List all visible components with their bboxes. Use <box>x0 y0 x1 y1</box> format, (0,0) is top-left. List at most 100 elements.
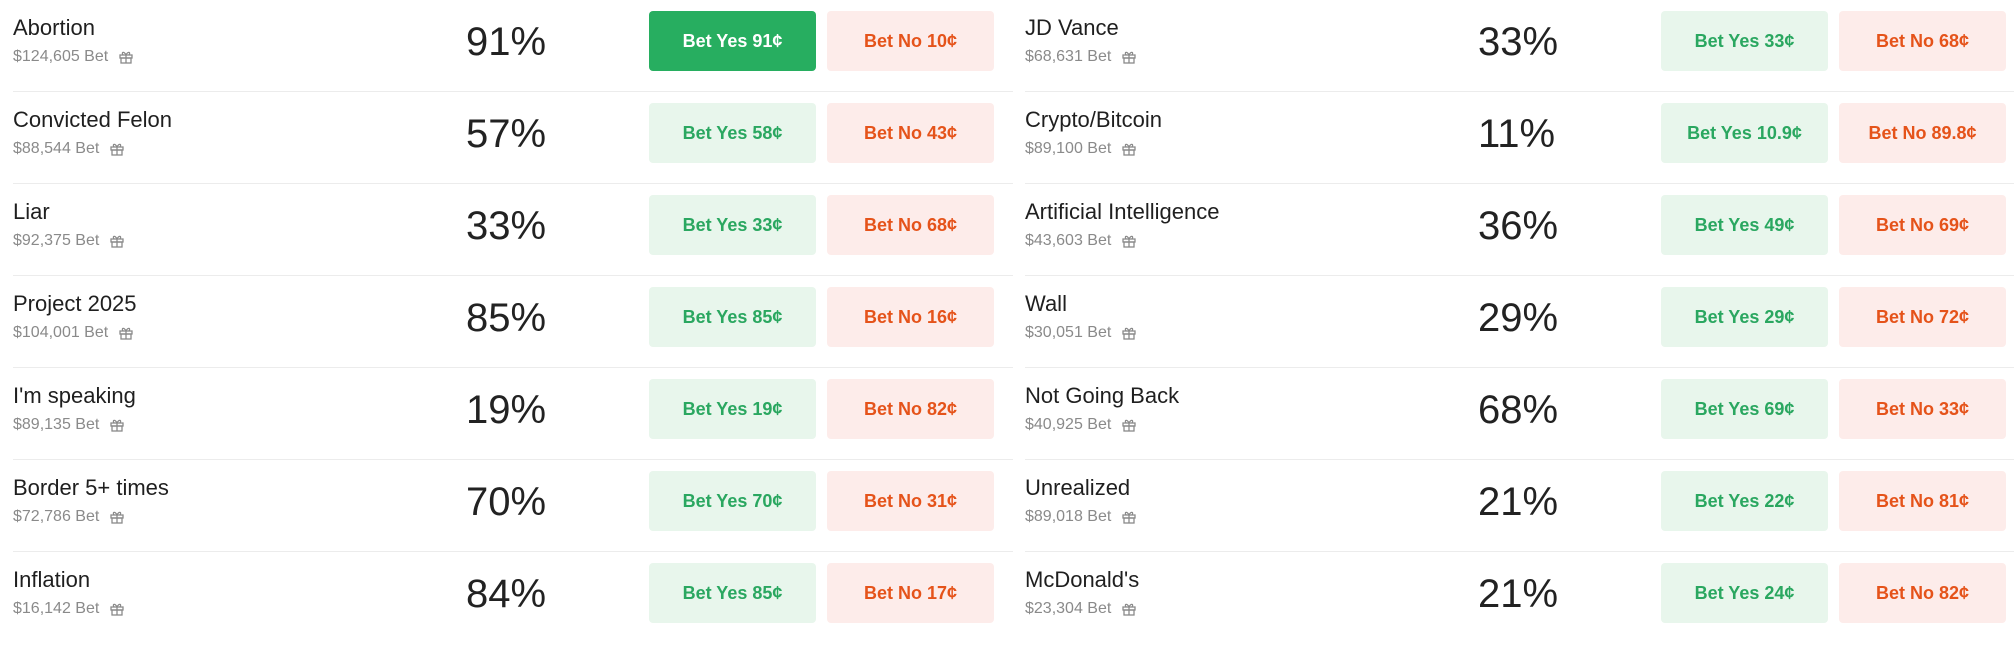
gift-icon[interactable] <box>109 141 125 157</box>
bet-yes-button[interactable]: Bet Yes 24¢ <box>1661 563 1828 623</box>
bet-yes-button[interactable]: Bet Yes 69¢ <box>1661 379 1828 439</box>
bet-no-button[interactable]: Bet No 82¢ <box>1839 563 2006 623</box>
market-volume: $23,304 Bet <box>1025 600 1112 617</box>
market-meta: $89,135 Bet <box>13 416 125 434</box>
market-probability: 57% <box>466 112 547 156</box>
market-row: Unrealized $89,018 Bet 21% Bet Yes 22¢ B… <box>1025 460 2014 552</box>
bet-no-button[interactable]: Bet No 82¢ <box>827 379 994 439</box>
market-probability: 21% <box>1478 572 1559 616</box>
bet-yes-button[interactable]: Bet Yes 10.9¢ <box>1661 103 1828 163</box>
market-probability: 91% <box>466 20 547 64</box>
bet-no-button[interactable]: Bet No 89.8¢ <box>1839 103 2006 163</box>
bet-yes-button[interactable]: Bet Yes 70¢ <box>649 471 816 531</box>
bet-yes-button[interactable]: Bet Yes 33¢ <box>649 195 816 255</box>
bet-no-button[interactable]: Bet No 68¢ <box>1839 11 2006 71</box>
bet-yes-button[interactable]: Bet Yes 19¢ <box>649 379 816 439</box>
market-name[interactable]: Border 5+ times <box>13 475 169 501</box>
bet-no-button[interactable]: Bet No 33¢ <box>1839 379 2006 439</box>
bet-yes-button[interactable]: Bet Yes 22¢ <box>1661 471 1828 531</box>
gift-icon[interactable] <box>1121 49 1137 65</box>
market-name[interactable]: Crypto/Bitcoin <box>1025 107 1162 133</box>
market-row: Inflation $16,142 Bet 84% Bet Yes 85¢ Be… <box>13 552 1013 644</box>
gift-icon[interactable] <box>118 49 134 65</box>
gift-icon[interactable] <box>109 509 125 525</box>
market-probability: 85% <box>466 296 547 340</box>
market-volume: $88,544 Bet <box>13 140 100 157</box>
market-meta: $88,544 Bet <box>13 140 125 158</box>
market-volume: $89,018 Bet <box>1025 508 1112 525</box>
bet-no-button[interactable]: Bet No 68¢ <box>827 195 994 255</box>
market-volume: $43,603 Bet <box>1025 232 1112 249</box>
bet-yes-button[interactable]: Bet Yes 33¢ <box>1661 11 1828 71</box>
gift-icon[interactable] <box>109 601 125 617</box>
market-name[interactable]: Abortion <box>13 15 95 41</box>
market-name[interactable]: Wall <box>1025 291 1067 317</box>
markets-board: Abortion $124,605 Bet 91% Bet Yes 91¢ Be… <box>0 0 2014 646</box>
gift-icon[interactable] <box>109 417 125 433</box>
market-name[interactable]: McDonald's <box>1025 567 1139 593</box>
bet-yes-button[interactable]: Bet Yes 29¢ <box>1661 287 1828 347</box>
market-volume: $124,605 Bet <box>13 48 109 65</box>
gift-icon[interactable] <box>1121 417 1137 433</box>
market-row: Convicted Felon $88,544 Bet 57% Bet Yes … <box>13 92 1013 184</box>
market-meta: $104,001 Bet <box>13 324 134 342</box>
bet-no-button[interactable]: Bet No 72¢ <box>1839 287 2006 347</box>
market-probability: 68% <box>1478 388 1559 432</box>
market-row: Abortion $124,605 Bet 91% Bet Yes 91¢ Be… <box>13 0 1013 92</box>
market-meta: $68,631 Bet <box>1025 48 1137 66</box>
market-probability: 11% <box>1478 112 1556 156</box>
market-probability: 21% <box>1478 480 1559 524</box>
market-row: Not Going Back $40,925 Bet 68% Bet Yes 6… <box>1025 368 2014 460</box>
market-volume: $72,786 Bet <box>13 508 100 525</box>
bet-yes-button[interactable]: Bet Yes 91¢ <box>649 11 816 71</box>
market-meta: $92,375 Bet <box>13 232 125 250</box>
bet-yes-button[interactable]: Bet Yes 58¢ <box>649 103 816 163</box>
market-probability: 33% <box>466 204 547 248</box>
bet-no-button[interactable]: Bet No 17¢ <box>827 563 994 623</box>
gift-icon[interactable] <box>118 325 134 341</box>
market-row: I'm speaking $89,135 Bet 19% Bet Yes 19¢… <box>13 368 1013 460</box>
market-probability: 84% <box>466 572 547 616</box>
bet-no-button[interactable]: Bet No 16¢ <box>827 287 994 347</box>
bet-no-button[interactable]: Bet No 31¢ <box>827 471 994 531</box>
market-name[interactable]: Liar <box>13 199 50 225</box>
gift-icon[interactable] <box>1121 601 1137 617</box>
market-row: JD Vance $68,631 Bet 33% Bet Yes 33¢ Bet… <box>1025 0 2014 92</box>
gift-icon[interactable] <box>109 233 125 249</box>
market-name[interactable]: Convicted Felon <box>13 107 172 133</box>
gift-icon[interactable] <box>1121 233 1137 249</box>
bet-yes-button[interactable]: Bet Yes 85¢ <box>649 563 816 623</box>
market-name[interactable]: Artificial Intelligence <box>1025 199 1219 225</box>
bet-no-button[interactable]: Bet No 10¢ <box>827 11 994 71</box>
market-meta: $23,304 Bet <box>1025 600 1137 618</box>
market-name[interactable]: Inflation <box>13 567 90 593</box>
bet-no-button[interactable]: Bet No 69¢ <box>1839 195 2006 255</box>
market-volume: $30,051 Bet <box>1025 324 1112 341</box>
market-volume: $89,100 Bet <box>1025 140 1112 157</box>
gift-icon[interactable] <box>1121 141 1137 157</box>
gift-icon[interactable] <box>1121 325 1137 341</box>
market-meta: $40,925 Bet <box>1025 416 1137 434</box>
market-meta: $72,786 Bet <box>13 508 125 526</box>
market-volume: $68,631 Bet <box>1025 48 1112 65</box>
bet-no-button[interactable]: Bet No 81¢ <box>1839 471 2006 531</box>
market-row: Wall $30,051 Bet 29% Bet Yes 29¢ Bet No … <box>1025 276 2014 368</box>
market-probability: 29% <box>1478 296 1559 340</box>
bet-yes-button[interactable]: Bet Yes 85¢ <box>649 287 816 347</box>
market-row: Project 2025 $104,001 Bet 85% Bet Yes 85… <box>13 276 1013 368</box>
market-name[interactable]: JD Vance <box>1025 15 1119 41</box>
market-meta: $124,605 Bet <box>13 48 134 66</box>
market-meta: $89,018 Bet <box>1025 508 1137 526</box>
market-name[interactable]: Project 2025 <box>13 291 137 317</box>
market-probability: 33% <box>1478 20 1559 64</box>
market-row: Border 5+ times $72,786 Bet 70% Bet Yes … <box>13 460 1013 552</box>
market-name[interactable]: I'm speaking <box>13 383 136 409</box>
market-volume: $40,925 Bet <box>1025 416 1112 433</box>
bet-yes-button[interactable]: Bet Yes 49¢ <box>1661 195 1828 255</box>
bet-no-button[interactable]: Bet No 43¢ <box>827 103 994 163</box>
market-name[interactable]: Unrealized <box>1025 475 1130 501</box>
market-name[interactable]: Not Going Back <box>1025 383 1179 409</box>
market-row: Artificial Intelligence $43,603 Bet 36% … <box>1025 184 2014 276</box>
market-meta: $43,603 Bet <box>1025 232 1137 250</box>
gift-icon[interactable] <box>1121 509 1137 525</box>
